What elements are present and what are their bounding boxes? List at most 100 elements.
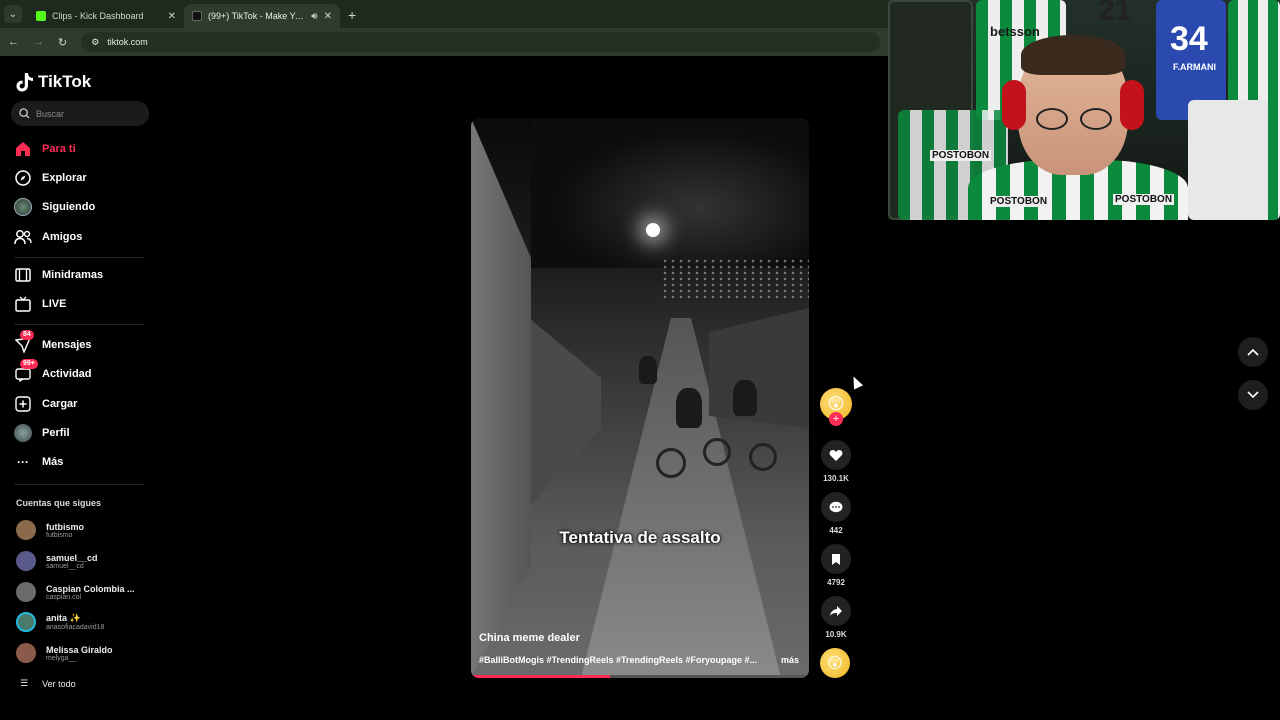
following-account-melissa[interactable]: Melissa Giraldo melyga__ bbox=[16, 643, 113, 663]
audio-playing-icon[interactable]: 🔊︎ bbox=[311, 11, 317, 22]
tab-title: Clips - Kick Dashboard bbox=[52, 11, 144, 21]
nav-label: Para ti bbox=[42, 143, 76, 155]
bookmark-icon bbox=[832, 553, 840, 565]
nav-label: LIVE bbox=[42, 298, 67, 310]
browser-tab-bar: ⌄ Clips - Kick Dashboard ✕ (99+) TikTok … bbox=[0, 0, 888, 28]
tab-kick-dashboard[interactable]: Clips - Kick Dashboard ✕ bbox=[28, 4, 184, 28]
video-rider bbox=[639, 356, 657, 384]
nav-item-mas[interactable]: ··· Más bbox=[14, 453, 63, 471]
messages-badge: 84 bbox=[20, 330, 34, 340]
hashtags-text[interactable]: #BalliBotMogis #TrendingReels #TrendingR… bbox=[479, 655, 769, 665]
list-icon: ☰ bbox=[20, 678, 29, 688]
streamer-hair bbox=[1021, 35, 1125, 75]
nav-label: Minidramas bbox=[42, 269, 104, 281]
nav-item-cargar[interactable]: Cargar bbox=[14, 395, 77, 413]
more-dots-icon: ··· bbox=[17, 455, 29, 469]
following-avatar-icon bbox=[14, 198, 32, 216]
emoji-avatar-icon: 😲 bbox=[827, 655, 843, 672]
tab-tiktok[interactable]: (99+) TikTok - Make Your Day 🔊︎ ✕ bbox=[184, 4, 340, 28]
avatar bbox=[16, 612, 36, 632]
shirt-sponsor: POSTOBON bbox=[1113, 194, 1175, 205]
previous-video-button[interactable] bbox=[1238, 337, 1268, 367]
video-player[interactable]: Tentativa de assalto China meme dealer #… bbox=[471, 118, 809, 678]
jersey-number: 21 bbox=[1098, 0, 1132, 27]
video-wall bbox=[471, 118, 531, 678]
activity-badge: 99+ bbox=[20, 359, 38, 369]
video-rider bbox=[676, 388, 702, 428]
following-account-samuel[interactable]: samuel__cd samuel__cd bbox=[16, 551, 98, 571]
search-icon bbox=[19, 108, 30, 119]
next-video-button[interactable] bbox=[1238, 380, 1268, 410]
following-account-futbismo[interactable]: futbismo futbismo bbox=[16, 520, 84, 540]
save-button[interactable] bbox=[821, 544, 851, 574]
jersey-number: 34 bbox=[1170, 20, 1208, 58]
jersey bbox=[1188, 100, 1268, 220]
like-button[interactable] bbox=[821, 440, 851, 470]
nav-label: Amigos bbox=[42, 231, 83, 243]
nav-label: Mensajes bbox=[42, 339, 92, 351]
tab-search-icon[interactable]: ⌄ bbox=[4, 5, 22, 23]
music-disc-avatar[interactable]: 😲 bbox=[820, 648, 850, 678]
comment-count: 442 bbox=[829, 526, 843, 535]
nav-label: Más bbox=[42, 456, 64, 468]
share-arrow-icon bbox=[830, 606, 842, 616]
save-action[interactable]: 4792 bbox=[820, 544, 852, 587]
url-field[interactable]: ⚙ tiktok.com bbox=[81, 32, 880, 52]
see-all-button[interactable]: ☰ Ver todo bbox=[20, 678, 76, 689]
following-account-anita[interactable]: anita ✨ anasofiacadavid18 bbox=[16, 612, 104, 632]
nav-item-actividad[interactable]: 99+ Actividad bbox=[14, 359, 92, 383]
nav-label: Actividad bbox=[42, 368, 92, 380]
see-all-label: Ver todo bbox=[42, 678, 76, 689]
nav-item-live[interactable]: LIVE bbox=[14, 295, 66, 313]
video-author[interactable]: China meme dealer bbox=[479, 632, 580, 644]
nav-item-explorar[interactable]: Explorar bbox=[14, 169, 87, 187]
account-username: samuel__cd bbox=[46, 562, 84, 570]
more-button[interactable]: más bbox=[781, 655, 799, 665]
nav-item-minidramas[interactable]: Minidramas bbox=[14, 266, 103, 284]
nav-item-perfil[interactable]: Perfil bbox=[14, 424, 70, 442]
nav-item-para-ti[interactable]: Para ti bbox=[14, 140, 76, 158]
account-name: samuel__cd bbox=[46, 552, 98, 563]
search-input[interactable]: Buscar bbox=[11, 101, 149, 126]
send-icon: 84 bbox=[14, 330, 34, 354]
video-motorbike-wheel bbox=[749, 443, 777, 471]
nav-item-mensajes[interactable]: 84 Mensajes bbox=[14, 330, 92, 354]
nav-item-siguiendo[interactable]: Siguiendo bbox=[14, 198, 95, 216]
share-action[interactable]: 10.9K bbox=[820, 596, 852, 639]
action-column: 😲 + 130.1K 442 4792 10.9K 😲 bbox=[820, 388, 852, 678]
streamer-glasses bbox=[1036, 108, 1112, 130]
following-account-caspian[interactable]: Caspian Colombia ... caspian.col bbox=[16, 582, 135, 602]
back-icon[interactable]: ← bbox=[8, 36, 19, 48]
emoji-avatar-icon: 😲 bbox=[827, 396, 845, 413]
comment-action[interactable]: 442 bbox=[820, 492, 852, 535]
site-info-icon[interactable]: ⚙ bbox=[91, 37, 99, 48]
divider bbox=[14, 484, 144, 485]
reload-icon[interactable]: ↻ bbox=[58, 36, 67, 49]
inbox-icon: 99+ bbox=[14, 359, 38, 383]
new-tab-icon[interactable]: + bbox=[348, 7, 356, 23]
nav-label: Siguiendo bbox=[42, 201, 96, 213]
jersey-name: F.ARMANI bbox=[1173, 62, 1216, 72]
share-button[interactable] bbox=[821, 596, 851, 626]
upload-plus-icon bbox=[14, 395, 32, 413]
video-city-lights bbox=[661, 258, 809, 298]
comment-button[interactable] bbox=[821, 492, 851, 522]
like-count: 130.1K bbox=[823, 474, 849, 483]
video-caption: Tentativa de assalto bbox=[559, 528, 721, 547]
close-tab-icon[interactable]: ✕ bbox=[168, 11, 176, 22]
account-name: Caspian Colombia ... bbox=[46, 583, 135, 594]
comment-icon bbox=[829, 501, 843, 512]
tab-title: (99+) TikTok - Make Your Day bbox=[208, 11, 305, 21]
sidebar: TikTok Buscar Para ti Explorar Siguiendo… bbox=[0, 58, 160, 720]
shirt-sponsor: POSTOBON bbox=[988, 196, 1050, 207]
forward-icon[interactable]: → bbox=[33, 36, 44, 48]
like-action[interactable]: 130.1K bbox=[820, 440, 852, 483]
avatar bbox=[16, 520, 36, 540]
creator-avatar[interactable]: 😲 + bbox=[820, 388, 852, 426]
video-motorbike-wheel bbox=[703, 438, 731, 466]
tiktok-logo[interactable]: TikTok bbox=[16, 72, 91, 92]
follow-plus-icon[interactable]: + bbox=[829, 412, 843, 426]
close-tab-icon[interactable]: ✕ bbox=[324, 11, 332, 22]
nav-item-amigos[interactable]: Amigos bbox=[14, 228, 82, 246]
video-progress-bar[interactable] bbox=[471, 675, 809, 678]
